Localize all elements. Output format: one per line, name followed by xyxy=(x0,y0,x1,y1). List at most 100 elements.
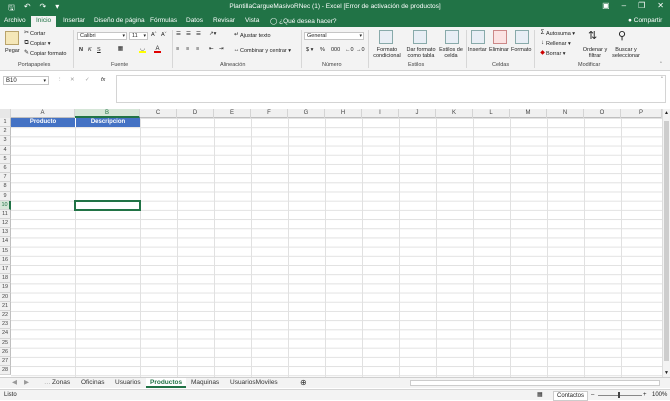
enter-icon[interactable]: ✓ xyxy=(85,77,90,83)
bold-button[interactable]: N xyxy=(79,47,83,53)
column-header[interactable]: B xyxy=(75,109,140,118)
column-header[interactable]: P xyxy=(621,109,662,118)
row-header[interactable]: 9 xyxy=(0,191,11,201)
row-header[interactable]: 3 xyxy=(0,136,11,146)
sheet-tab-usuariosmoviles[interactable]: UsuariosMoviles xyxy=(226,378,282,388)
scroll-down-icon[interactable]: ▼ xyxy=(664,370,669,376)
expand-formula-icon[interactable]: ˆ xyxy=(661,77,663,83)
formula-input[interactable] xyxy=(116,75,666,103)
align-middle-icon[interactable]: ☰ xyxy=(186,31,191,37)
row-header[interactable]: 17 xyxy=(0,265,11,275)
merge-center-button[interactable]: ↔Combinar y centrar ▾ xyxy=(233,47,292,54)
find-select-button[interactable]: Buscar y seleccionar xyxy=(609,47,643,59)
collapse-ribbon-icon[interactable]: ˆ xyxy=(660,62,662,68)
zoom-in-icon[interactable]: + xyxy=(643,390,647,401)
font-color-button[interactable]: A xyxy=(154,46,161,53)
row-header[interactable]: 14 xyxy=(0,237,11,247)
row-header[interactable]: 28 xyxy=(0,366,11,376)
decrease-decimal-button[interactable]: →0 xyxy=(356,47,365,53)
clear-button[interactable]: ◆Borrar ▾ xyxy=(539,50,565,57)
name-box[interactable]: B10 ▾ xyxy=(3,76,49,85)
tab-archivo[interactable]: Archivo xyxy=(4,17,26,24)
number-format-select[interactable]: General ▾ xyxy=(304,32,364,40)
row-header[interactable]: 7 xyxy=(0,173,11,183)
orientation-icon[interactable]: ↗▾ xyxy=(209,31,216,37)
column-header[interactable]: K xyxy=(436,109,473,118)
insert-cells-button[interactable]: Insertar xyxy=(468,47,487,53)
row-header[interactable]: 27 xyxy=(0,356,11,367)
row-header[interactable]: 21 xyxy=(0,301,11,311)
cancel-icon[interactable]: ✕ xyxy=(70,77,75,83)
tab-formulas[interactable]: Fórmulas xyxy=(150,17,177,24)
align-right-icon[interactable]: ≡ xyxy=(196,46,199,52)
sheet-tab-productos[interactable]: Productos xyxy=(146,378,187,388)
font-name-select[interactable]: Calibri ▾ xyxy=(77,32,127,40)
share-button[interactable]: ● Compartir xyxy=(628,17,662,24)
shrink-font-button[interactable]: Aˇ xyxy=(161,32,167,38)
column-header[interactable]: C xyxy=(140,109,177,118)
column-header[interactable]: D xyxy=(177,109,214,118)
tab-inicio[interactable]: Inicio xyxy=(31,16,57,27)
vertical-scrollbar[interactable]: ▲ ▼ xyxy=(662,109,670,377)
insert-function-button[interactable]: fx xyxy=(101,77,105,83)
column-header[interactable]: E xyxy=(214,109,251,118)
zoom-slider-thumb[interactable] xyxy=(618,392,620,398)
increase-indent-icon[interactable]: ⇥ xyxy=(219,46,224,52)
select-all-button[interactable] xyxy=(0,109,11,118)
row-header[interactable]: 26 xyxy=(0,347,11,357)
column-header[interactable]: I xyxy=(362,109,399,118)
restore-icon[interactable]: ❐ xyxy=(638,1,645,10)
sheet-tab-zonas[interactable]: Zonas xyxy=(48,378,74,388)
sheet-tab-oficinas[interactable]: Oficinas xyxy=(77,378,108,388)
increase-decimal-button[interactable]: ←0 xyxy=(345,47,354,53)
row-header[interactable]: 23 xyxy=(0,320,11,330)
row-header[interactable]: 4 xyxy=(0,145,11,155)
format-cells-button[interactable]: Formato xyxy=(511,47,531,53)
grow-font-button[interactable]: Aˆ xyxy=(151,32,157,38)
cell-b1[interactable]: Descripcion xyxy=(75,118,140,127)
copy-button[interactable]: ⧉Copiar ▾ xyxy=(23,40,50,47)
zoom-slider[interactable] xyxy=(598,395,642,396)
paste-button[interactable]: Pegar xyxy=(5,48,20,54)
row-header[interactable]: 18 xyxy=(0,274,11,284)
horizontal-scrollbar[interactable] xyxy=(410,380,660,386)
zoom-out-icon[interactable]: – xyxy=(591,390,594,401)
row-header[interactable]: 11 xyxy=(0,209,11,220)
row-header[interactable]: 15 xyxy=(0,246,11,256)
column-header[interactable]: M xyxy=(510,109,547,118)
row-header[interactable]: 2 xyxy=(0,127,11,137)
cell-area[interactable]: Producto Descripcion xyxy=(11,118,662,377)
column-header[interactable]: G xyxy=(288,109,325,118)
sheet-tab-usuarios[interactable]: Usuarios xyxy=(111,378,145,388)
format-painter-button[interactable]: ✎Copiar formato xyxy=(23,50,66,57)
row-header[interactable]: 1 xyxy=(0,118,11,128)
tab-insertar[interactable]: Insertar xyxy=(63,17,85,24)
italic-button[interactable]: K xyxy=(88,47,92,53)
currency-button[interactable]: $ ▾ xyxy=(306,47,313,53)
row-header[interactable]: 8 xyxy=(0,182,11,192)
row-header[interactable]: 25 xyxy=(0,338,11,348)
row-header[interactable]: 22 xyxy=(0,310,11,321)
zoom-level[interactable]: 100% xyxy=(652,390,667,401)
align-bottom-icon[interactable]: ☰ xyxy=(196,31,201,37)
column-header[interactable]: A xyxy=(11,109,75,118)
row-header[interactable]: 5 xyxy=(0,154,11,164)
format-as-table-button[interactable]: Dar formato como tabla xyxy=(405,47,437,59)
column-header[interactable]: J xyxy=(399,109,436,118)
column-header[interactable]: H xyxy=(325,109,362,118)
insert-cells-icon[interactable] xyxy=(471,30,485,44)
row-header[interactable]: 20 xyxy=(0,292,11,302)
format-as-table-icon[interactable] xyxy=(413,30,427,44)
tab-vista[interactable]: Vista xyxy=(245,17,259,24)
sheet-tab-maquinas[interactable]: Maquinas xyxy=(187,378,223,388)
wrap-text-button[interactable]: ↵Ajustar texto xyxy=(233,32,271,39)
scroll-up-icon[interactable]: ▲ xyxy=(664,110,669,116)
delete-cells-icon[interactable] xyxy=(493,30,507,44)
paste-icon[interactable] xyxy=(5,31,19,45)
row-header[interactable]: 10 xyxy=(0,200,11,210)
column-header[interactable]: N xyxy=(547,109,584,118)
new-sheet-button[interactable]: ⊕ xyxy=(296,378,311,388)
align-left-icon[interactable]: ≡ xyxy=(176,46,179,52)
tab-diseno-pagina[interactable]: Diseño de página xyxy=(94,17,145,24)
row-header[interactable]: 12 xyxy=(0,219,11,229)
